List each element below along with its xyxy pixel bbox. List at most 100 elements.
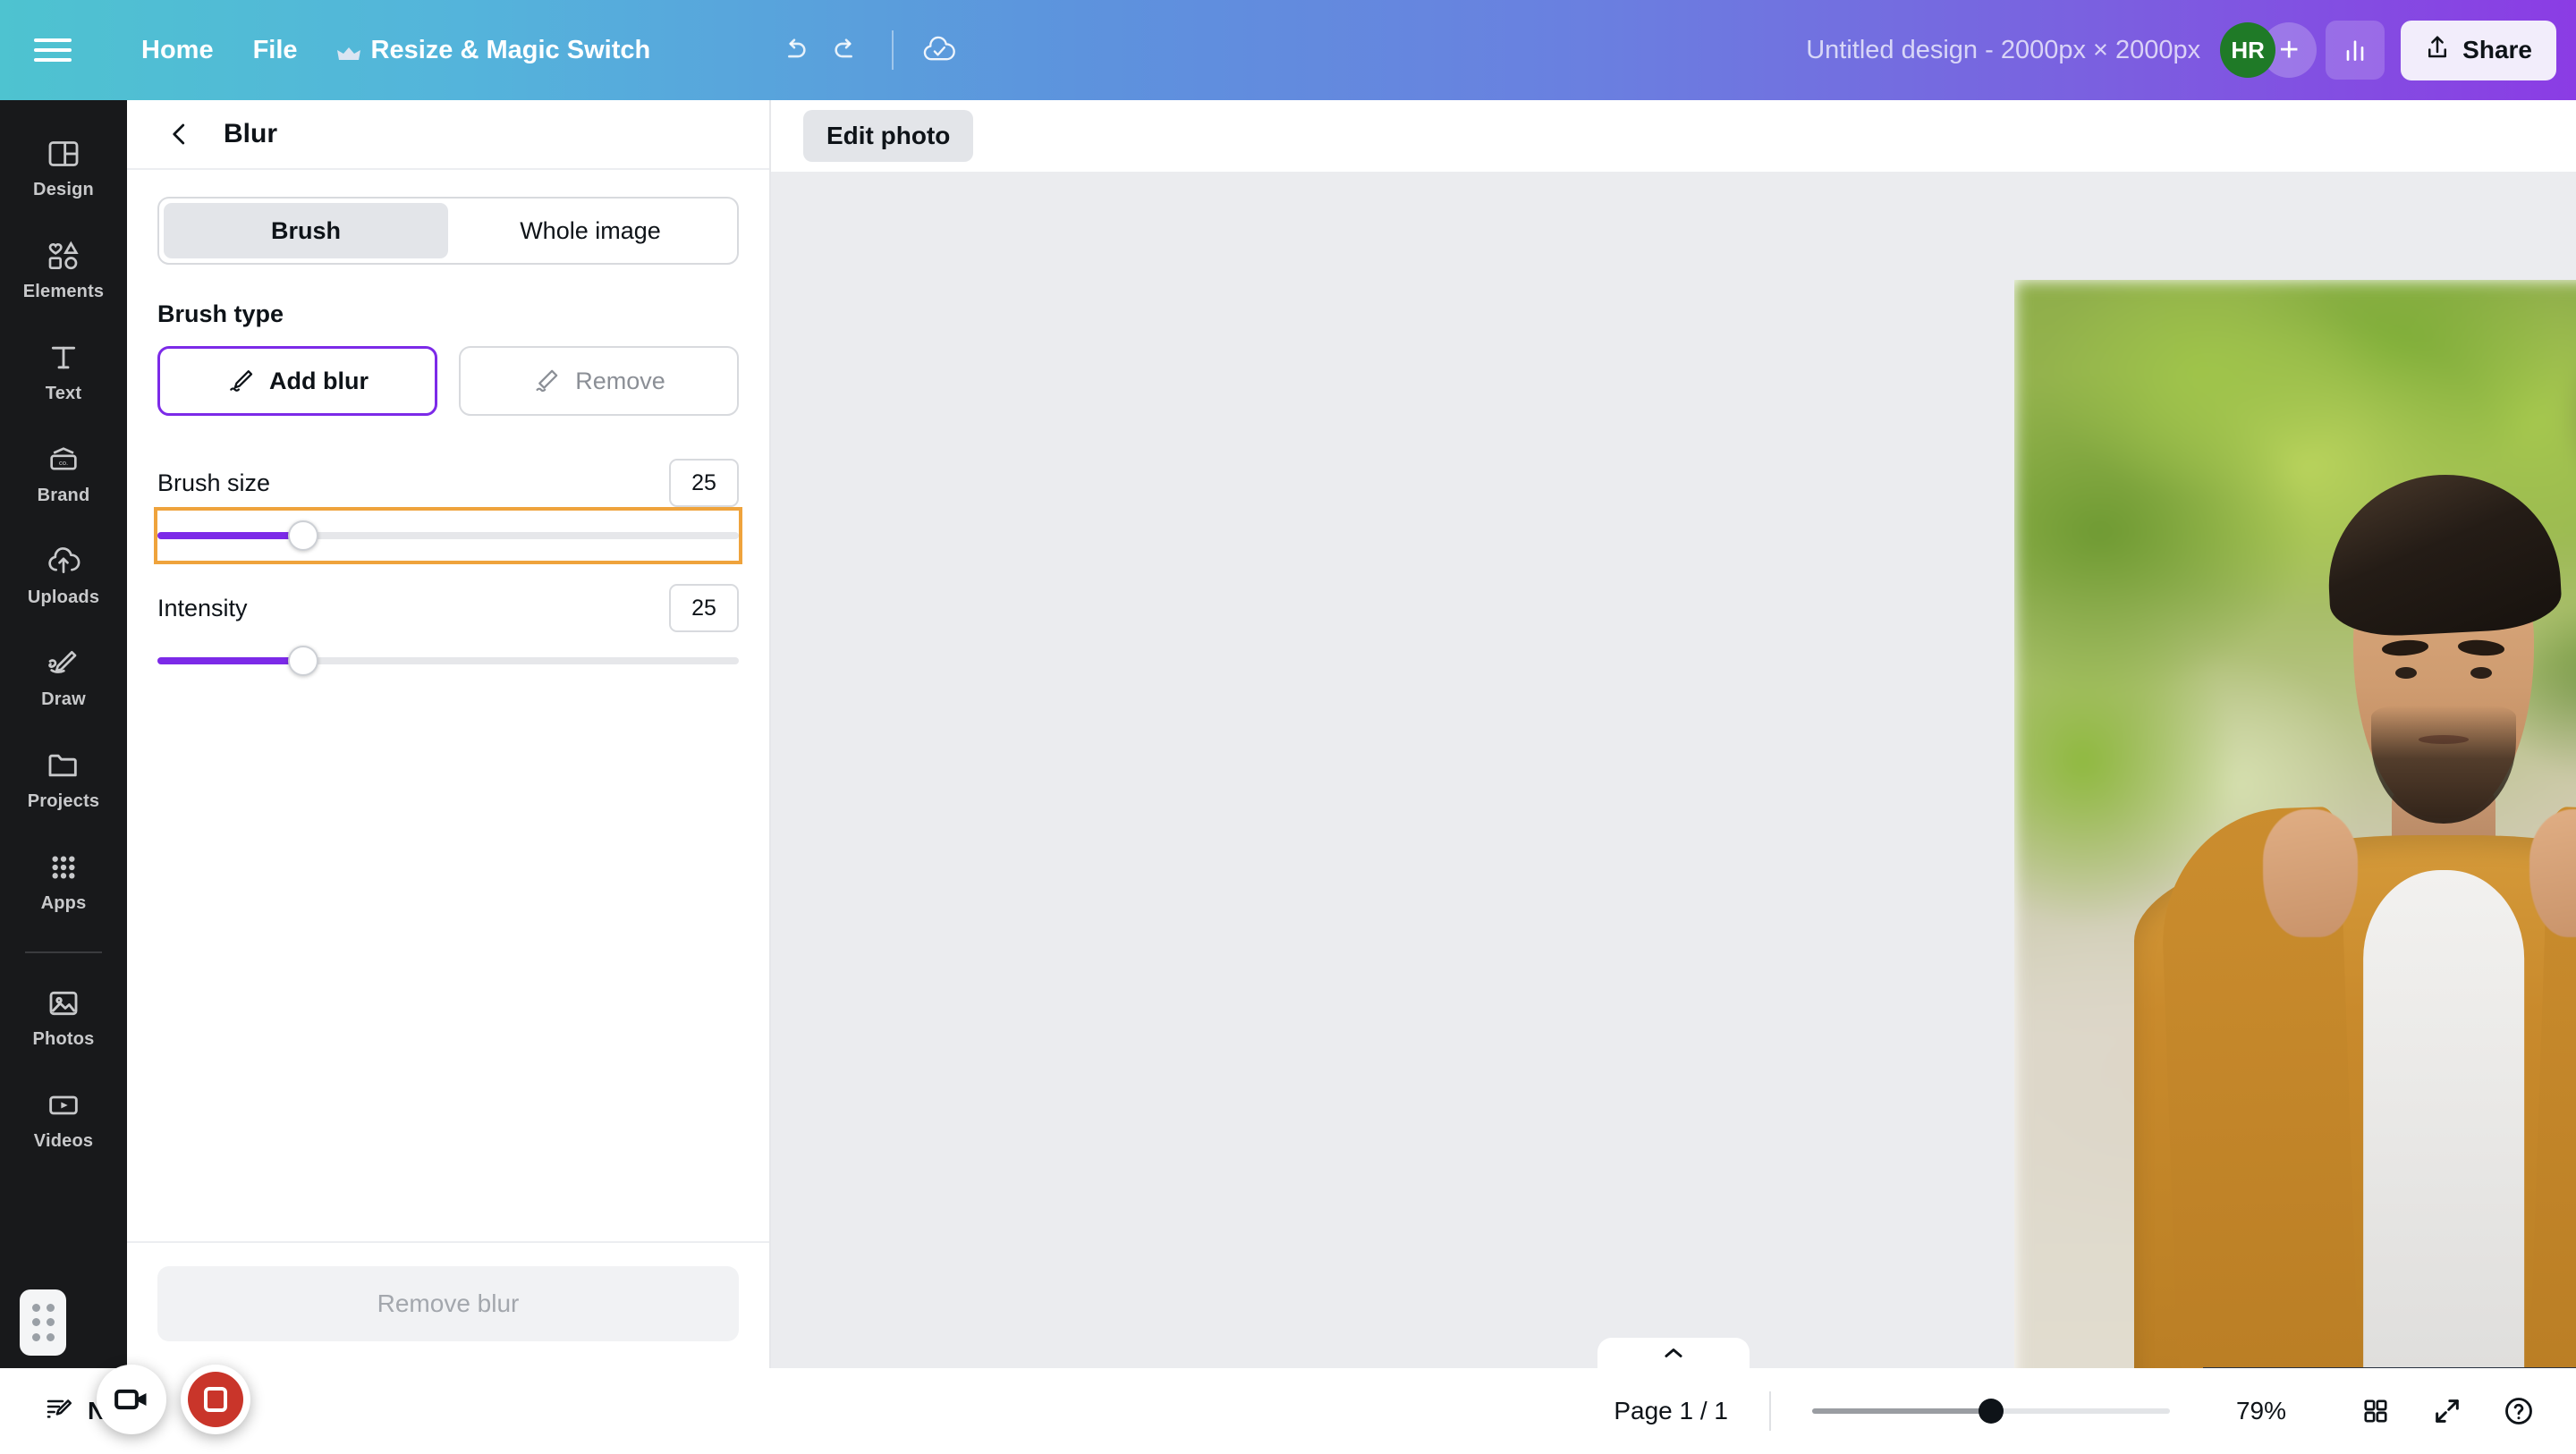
pen-blur-icon [226,367,255,395]
photo-eye-right [2470,667,2493,680]
sidebar-item-photos[interactable]: Photos [11,973,116,1061]
brush-size-input[interactable]: 25 [669,459,739,507]
nav-resize-label: Resize & Magic Switch [370,35,651,64]
design-page[interactable] [2014,280,2576,1368]
tab-whole-image[interactable]: Whole image [448,203,733,258]
sidebar-item-label: Apps [40,893,87,913]
tab-brush[interactable]: Brush [164,203,448,258]
intensity-input[interactable]: 25 [669,584,739,632]
page-title: Blur [224,119,277,148]
video-camera-icon[interactable] [97,1365,166,1434]
brush-size-control: Brush size 25 [154,455,742,564]
brush-size-slider[interactable] [154,507,742,564]
svg-text:co.: co. [59,459,68,467]
share-button[interactable]: Share [2401,20,2556,80]
bottom-divider [1769,1391,1771,1431]
sidebar-item-label: Uploads [27,588,100,607]
grid-view-icon[interactable] [2349,1384,2402,1438]
sidebar-item-label: Design [33,180,94,199]
share-upload-icon [2425,34,2450,67]
sidebar-item-draw[interactable]: Draw [11,633,116,721]
eraser-icon [532,367,561,395]
brush-size-label: Brush size [157,469,271,496]
question-circle-icon[interactable] [2492,1384,2546,1438]
page-indicator[interactable]: Page 1 / 1 [1614,1397,1728,1425]
intensity-slider[interactable] [157,636,739,686]
sidebar-item-apps[interactable]: Apps [11,837,116,925]
sidebar-item-videos[interactable]: Videos [11,1075,116,1162]
redo-icon[interactable] [820,24,872,76]
zoom-slider[interactable] [1812,1396,2170,1426]
canva-editor-window: Home File Resize & Magic Switch Untitled… [0,0,2576,1454]
remove-brush-button[interactable]: Remove [459,346,739,416]
text-t-icon [46,340,81,376]
zoom-track [1812,1399,2170,1424]
collaborators: HR + [2220,22,2318,78]
cloud-check-icon[interactable] [913,24,965,76]
add-blur-label: Add blur [269,367,369,394]
sidebar-item-elements[interactable]: Elements [11,225,116,313]
expand-arrows-icon[interactable] [2420,1384,2474,1438]
nav-home-label: Home [141,35,214,64]
sidebar-item-label: Draw [41,689,86,709]
photo-brow-left [2381,638,2430,657]
sidebar-item-brand[interactable]: co. Brand [11,429,116,517]
sidebar-item-uploads[interactable]: Uploads [11,531,116,619]
brush-type-label: Brush type [157,300,284,327]
app-dots-icon[interactable] [20,1289,66,1356]
photo-beard [2371,706,2516,824]
sidebar-item-label: Videos [33,1131,94,1151]
sidebar-item-label: Brand [37,486,90,505]
sidebar-item-text[interactable]: Text [11,327,116,415]
brush-size-thumb[interactable] [287,520,318,551]
intensity-fill [157,657,303,664]
toolbar-divider [892,30,894,70]
nav-home[interactable]: Home [122,25,233,76]
panel-header: Blur [127,100,769,170]
sidebar-item-label: Photos [32,1029,95,1049]
context-toolbar: Edit photo [771,100,2576,172]
stop-record-icon[interactable] [181,1365,250,1434]
brush-size-track [157,520,739,551]
sidebar-item-label: Elements [22,282,105,301]
layout-icon [46,136,81,172]
nav-resize-magic-switch[interactable]: Resize & Magic Switch [318,25,671,76]
nav-file[interactable]: File [233,25,318,76]
sidebar-item-label: Projects [27,791,100,811]
grid-apps-icon [46,850,81,885]
photo-subject [2014,783,2576,1368]
editor-body: Design Elements Text co. Brand Uploads D… [0,100,2576,1368]
sidebar-item-design[interactable]: Design [11,123,116,211]
remove-brush-label: Remove [575,367,665,394]
collapse-panel-tab[interactable] [1597,1338,1750,1368]
photo-head [2323,468,2564,824]
remove-blur-button[interactable]: Remove blur [157,1266,739,1341]
zoom-level[interactable]: 79% [2218,1397,2304,1425]
undo-icon[interactable] [768,24,820,76]
zoom-thumb[interactable] [1979,1399,2004,1424]
left-rail: Design Elements Text co. Brand Uploads D… [0,100,127,1368]
panel-footer: Remove blur [127,1241,769,1368]
document-title[interactable]: Untitled design - 2000px × 2000px [1806,36,2200,65]
bar-chart-icon[interactable] [2326,21,2385,80]
folder-icon [46,748,81,783]
chevron-left-icon[interactable] [157,112,202,156]
chevron-up-icon [1661,1345,1686,1365]
cloud-upload-icon [46,544,81,579]
canvas-column: Edit photo [771,100,2576,1368]
avatar[interactable]: HR [2220,22,2276,78]
intensity-label: Intensity [157,594,248,621]
shapes-icon [46,238,81,274]
edit-photo-button[interactable]: Edit photo [803,110,974,162]
image-icon [46,985,81,1021]
canvas-stage[interactable] [771,172,2576,1368]
add-blur-button[interactable]: Add blur [157,346,438,416]
crown-icon [336,41,360,60]
zoom-fill [1812,1408,1991,1414]
portrait-photo[interactable] [2014,280,2576,1368]
brush-type-buttons: Add blur Remove [157,346,739,416]
intensity-thumb[interactable] [287,646,318,676]
sidebar-item-label: Text [45,384,82,403]
hamburger-icon[interactable] [34,30,75,71]
sidebar-item-projects[interactable]: Projects [11,735,116,823]
